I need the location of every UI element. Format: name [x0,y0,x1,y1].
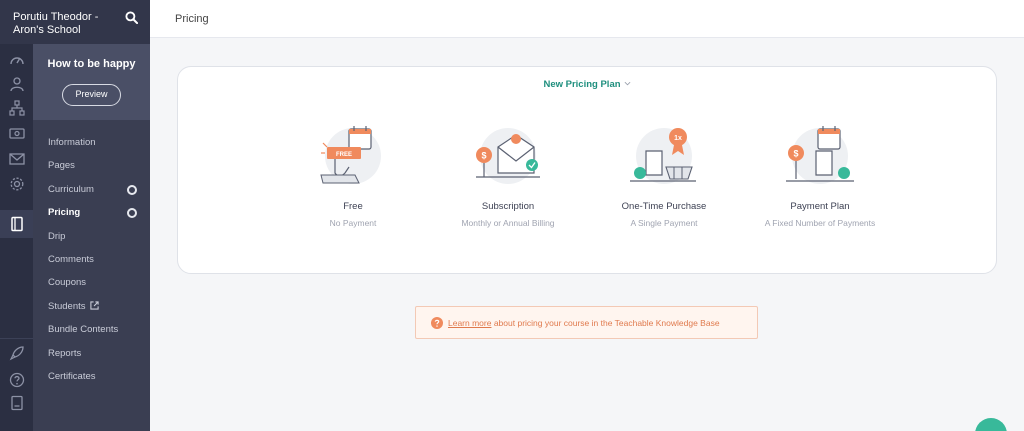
nav-item-label: Students [48,300,86,312]
help-chat-button[interactable] [975,418,1007,431]
dropdown-label: New Pricing Plan [543,79,621,90]
page-title: Pricing [175,13,209,25]
nav-item-certificates[interactable]: Certificates [33,365,150,388]
banner-rest-text: about pricing your course in the Teachab… [491,318,720,328]
knowledge-base-banner: Learn more about pricing your course in … [415,306,758,339]
nav-item-label: Drip [48,230,66,242]
plan-option-subscription[interactable]: $ Subscription Monthly or Annual Billing [433,123,583,233]
nav-item-students[interactable]: Students [33,295,150,318]
search-icon[interactable] [125,11,138,24]
nav-item-reports[interactable]: Reports [33,342,150,365]
plan-description: Monthly or Annual Billing [461,218,555,228]
learn-more-link[interactable]: Learn more [448,318,491,328]
gear-icon[interactable] [9,176,25,192]
status-circle-icon [127,184,137,195]
external-link-icon [89,301,99,310]
nav-item-label: Curriculum [48,183,94,195]
preview-button[interactable]: Preview [62,84,121,106]
mail-icon[interactable] [9,151,25,167]
school-header[interactable]: Porutiu Theodor - Aron's School [0,0,150,44]
sitemap-icon[interactable] [9,100,25,116]
course-nav: Information Pages Curriculum Pricing Dri… [33,131,150,388]
plan-name: One-Time Purchase [621,201,707,212]
nav-item-label: Bundle Contents [48,324,119,336]
plan-description: A Fixed Number of Payments [764,218,876,228]
payment-plan-illustration-icon: $ [786,126,854,184]
subscription-plan-illustration-icon: $ [476,128,540,184]
plan-description: No Payment [329,218,377,228]
nav-item-label: Pricing [48,207,81,219]
pricing-card: New Pricing Plan FREE Free No Payment $ … [177,66,997,274]
banner-text: Learn more about pricing your course in … [448,318,720,328]
plan-name: Payment Plan [790,201,850,212]
nav-item-bundle-contents[interactable]: Bundle Contents [33,318,150,341]
new-pricing-plan-dropdown[interactable]: New Pricing Plan [178,79,996,90]
chevron-down-icon [624,81,630,86]
nav-item-label: Coupons [48,277,87,289]
account-icon[interactable] [9,395,25,411]
question-circle-icon [431,317,443,329]
nav-item-comments[interactable]: Comments [33,248,150,271]
school-name[interactable]: Porutiu Theodor - Aron's School [0,0,118,37]
book-icon[interactable] [9,216,25,232]
plan-name: Subscription [481,201,535,212]
nav-item-curriculum[interactable]: Curriculum [33,178,150,201]
nav-item-drip[interactable]: Drip [33,225,150,248]
free-badge-text: FREE [336,152,352,158]
subscription-badge-text: $ [481,151,486,161]
dashboard-icon[interactable] [9,52,25,68]
plan-option-payment-plan[interactable]: $ Payment Plan A Fixed Number of Payment… [745,123,895,233]
help-icon[interactable] [9,372,25,388]
rocket-icon[interactable] [9,345,25,361]
rail-divider [0,338,33,339]
nav-item-label: Information [48,137,96,148]
course-title: How to be happy [47,58,136,70]
top-bar: Pricing [150,0,1024,38]
icon-rail [0,44,33,431]
one-time-purchase-illustration-icon: 1x [630,128,696,184]
course-card: How to be happy Preview [33,44,150,120]
nav-item-label: Comments [48,253,94,265]
plan-option-one-time-purchase[interactable]: 1x One-Time Purchase A Single Payment [589,123,739,233]
nav-item-label: Reports [48,347,82,359]
users-icon[interactable] [9,76,25,92]
nav-item-label: Pages [48,160,75,172]
course-sidebar: How to be happy Preview Information Page… [33,44,150,431]
nav-item-label: Certificates [48,370,96,382]
plan-description: A Single Payment [630,218,698,228]
status-circle-icon [127,208,137,219]
nav-item-coupons[interactable]: Coupons [33,271,150,294]
money-icon[interactable] [9,125,25,141]
payment-plan-badge-text: $ [793,149,798,159]
nav-item-pricing[interactable]: Pricing [33,201,150,224]
plan-option-free[interactable]: FREE Free No Payment [278,123,428,233]
free-plan-illustration-icon: FREE [320,126,381,184]
nav-item-pages[interactable]: Pages [33,154,150,177]
one-time-badge-text: 1x [674,135,682,142]
nav-item-information[interactable]: Information [33,131,150,154]
plan-name: Free [343,201,363,212]
